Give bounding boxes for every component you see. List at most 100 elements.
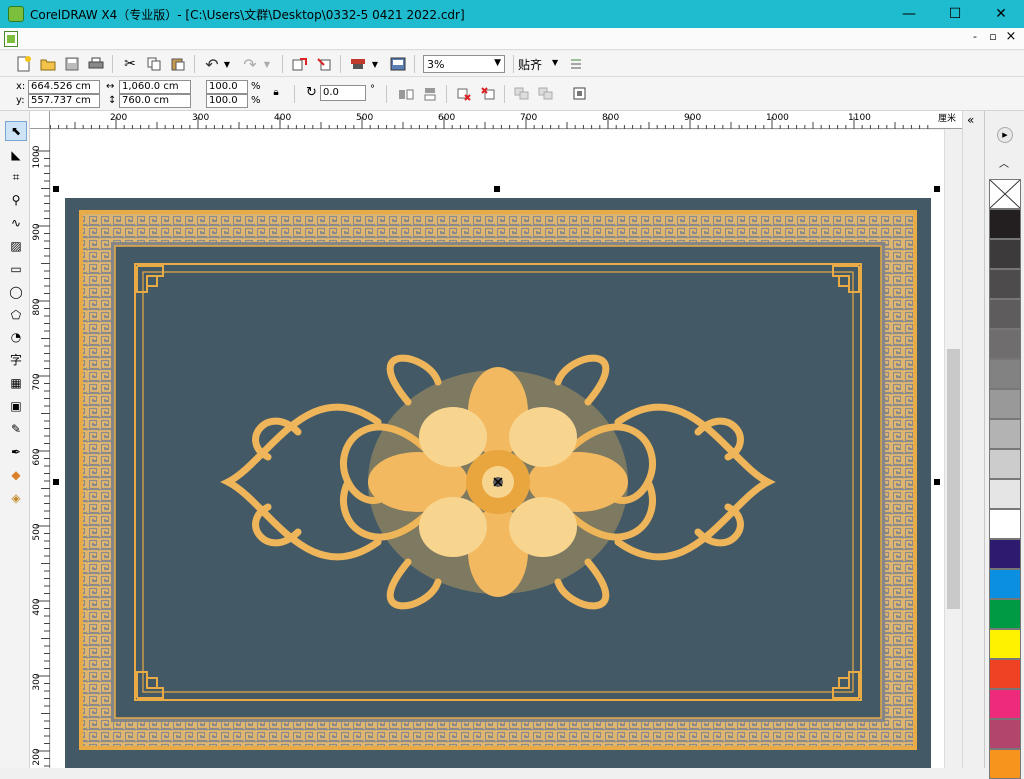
color-swatch[interactable] bbox=[989, 659, 1021, 689]
ruler-label: 300 bbox=[192, 113, 209, 123]
vertical-scrollbar[interactable] bbox=[944, 129, 962, 768]
vertical-ruler[interactable]: 1000 900 800 700 600 500 400 300 200 bbox=[30, 129, 50, 768]
redo-icon[interactable]: ↷ bbox=[240, 54, 260, 74]
ruler-units-label: 厘米 bbox=[938, 114, 957, 124]
coreldraw-icon[interactable] bbox=[8, 6, 24, 22]
artwork[interactable] bbox=[51, 130, 944, 768]
basic-shapes-icon[interactable]: ◔ bbox=[5, 327, 27, 347]
ruler-label: 1100 bbox=[848, 113, 871, 123]
ruler-label: 500 bbox=[356, 113, 373, 123]
new-icon[interactable] bbox=[14, 54, 34, 74]
color-swatch[interactable] bbox=[989, 329, 1021, 359]
expand-docker-icon[interactable]: « bbox=[967, 113, 974, 127]
scale-x-field[interactable]: 100.0 bbox=[206, 80, 248, 94]
color-swatch[interactable] bbox=[989, 359, 1021, 389]
import-icon[interactable] bbox=[290, 54, 310, 74]
mdi-restore-button[interactable]: ▫ bbox=[986, 30, 1000, 46]
vertical-scroll-thumb[interactable] bbox=[947, 349, 960, 609]
color-swatch[interactable] bbox=[989, 539, 1021, 569]
width-field[interactable]: 1,060.0 cm bbox=[119, 80, 191, 94]
interactive-fill-icon[interactable]: ◈ bbox=[5, 488, 27, 508]
chevron-down-icon: ▼ bbox=[552, 58, 559, 67]
pick-tool-icon[interactable]: ⬉ bbox=[5, 121, 27, 141]
to-back-icon[interactable] bbox=[478, 84, 498, 104]
ungroup-icon[interactable] bbox=[536, 84, 556, 104]
color-swatch[interactable] bbox=[989, 239, 1021, 269]
zoom-level-select[interactable]: 3% ▼ bbox=[423, 55, 505, 73]
copy-icon[interactable] bbox=[144, 54, 164, 74]
app-launcher-dropdown-icon[interactable]: ▼ bbox=[370, 54, 380, 74]
color-swatch[interactable] bbox=[989, 299, 1021, 329]
close-button[interactable]: ✕ bbox=[978, 0, 1024, 28]
palette-scroll-up-icon[interactable]: ︿ bbox=[999, 155, 1009, 170]
shape-tool-icon[interactable]: ◣ bbox=[5, 145, 27, 165]
polygon-tool-icon[interactable]: ⬠ bbox=[5, 305, 27, 325]
crop-tool-icon[interactable]: ⌗ bbox=[5, 167, 27, 187]
cut-icon[interactable]: ✂ bbox=[120, 54, 140, 74]
rectangle-tool-icon[interactable]: ▭ bbox=[5, 259, 27, 279]
height-field[interactable]: 760.0 cm bbox=[119, 94, 191, 108]
zoom-level-value: 3% bbox=[427, 58, 445, 71]
color-swatch[interactable] bbox=[989, 689, 1021, 719]
color-swatch[interactable] bbox=[989, 419, 1021, 449]
palette-flyout-icon[interactable]: ▶ bbox=[997, 127, 1013, 143]
ruler-label: 800 bbox=[602, 113, 619, 123]
paste-icon[interactable] bbox=[168, 54, 188, 74]
x-position-field[interactable]: 664.526 cm bbox=[28, 80, 100, 94]
color-swatch[interactable] bbox=[989, 569, 1021, 599]
smart-fill-icon[interactable]: ▨ bbox=[5, 236, 27, 256]
horizontal-ruler[interactable]: 200 300 400 500 600 700 800 900 1000 1100 厘米 bbox=[50, 111, 962, 129]
color-swatch[interactable] bbox=[989, 449, 1021, 479]
no-color-swatch[interactable] bbox=[989, 179, 1021, 209]
fill-tool-icon[interactable]: ◆ bbox=[5, 465, 27, 485]
y-position-field[interactable]: 557.737 cm bbox=[28, 94, 100, 108]
height-icon: ↕ bbox=[108, 95, 117, 106]
text-tool-icon[interactable]: 字 bbox=[5, 349, 27, 369]
undo-icon[interactable]: ↶ bbox=[202, 54, 222, 74]
scale-y-field[interactable]: 100.0 bbox=[206, 94, 248, 108]
ruler-label: 500 bbox=[32, 523, 42, 540]
ruler-origin[interactable] bbox=[30, 111, 50, 129]
minimize-button[interactable]: — bbox=[886, 0, 932, 28]
drawing-canvas[interactable] bbox=[51, 130, 944, 768]
maximize-button[interactable]: ☐ bbox=[932, 0, 978, 28]
open-icon[interactable] bbox=[38, 54, 58, 74]
mdi-close-button[interactable]: × bbox=[1004, 29, 1018, 45]
group-icon[interactable] bbox=[512, 84, 532, 104]
color-swatch[interactable] bbox=[989, 749, 1021, 779]
color-swatch[interactable] bbox=[989, 389, 1021, 419]
color-swatch[interactable] bbox=[989, 479, 1021, 509]
zoom-tool-icon[interactable]: ⚲ bbox=[5, 190, 27, 210]
undo-dropdown-icon[interactable]: ▼ bbox=[222, 54, 232, 74]
save-icon[interactable] bbox=[62, 54, 82, 74]
align-distribute-icon[interactable] bbox=[570, 84, 590, 104]
options-icon[interactable] bbox=[566, 54, 586, 74]
welcome-icon[interactable] bbox=[388, 54, 408, 74]
color-swatch[interactable] bbox=[989, 629, 1021, 659]
color-swatch[interactable] bbox=[989, 599, 1021, 629]
lock-ratio-icon[interactable]: 🔒︎ bbox=[266, 82, 286, 102]
color-swatch[interactable] bbox=[989, 269, 1021, 299]
app-launcher-icon[interactable] bbox=[348, 54, 368, 74]
rotation-field[interactable]: 0.0 bbox=[320, 85, 366, 101]
export-icon[interactable] bbox=[314, 54, 334, 74]
interactive-blend-icon[interactable]: ▣ bbox=[5, 396, 27, 416]
print-icon[interactable] bbox=[86, 54, 106, 74]
docker-strip: « bbox=[962, 111, 984, 768]
mdi-minimize-button[interactable]: - bbox=[968, 30, 982, 46]
color-swatch[interactable] bbox=[989, 719, 1021, 749]
color-swatch[interactable] bbox=[989, 509, 1021, 539]
eyedropper-icon[interactable]: ✎ bbox=[5, 419, 27, 439]
outline-tool-icon[interactable]: ✒ bbox=[5, 442, 27, 462]
color-swatch[interactable] bbox=[989, 209, 1021, 239]
freehand-tool-icon[interactable]: ∿ bbox=[5, 213, 27, 233]
snap-to-button[interactable]: 贴齐 ▼ bbox=[518, 56, 562, 72]
property-bar: x: 664.526 cm y: 557.737 cm ↔ 1,060.0 cm… bbox=[0, 77, 1024, 111]
mirror-horizontal-icon[interactable] bbox=[396, 84, 416, 104]
redo-dropdown-icon[interactable]: ▼ bbox=[262, 54, 272, 74]
to-front-icon[interactable] bbox=[454, 84, 474, 104]
ellipse-tool-icon[interactable]: ◯ bbox=[5, 282, 27, 302]
mirror-vertical-icon[interactable] bbox=[420, 84, 440, 104]
table-tool-icon[interactable]: ▦ bbox=[5, 373, 27, 393]
document-icon[interactable] bbox=[4, 31, 18, 47]
